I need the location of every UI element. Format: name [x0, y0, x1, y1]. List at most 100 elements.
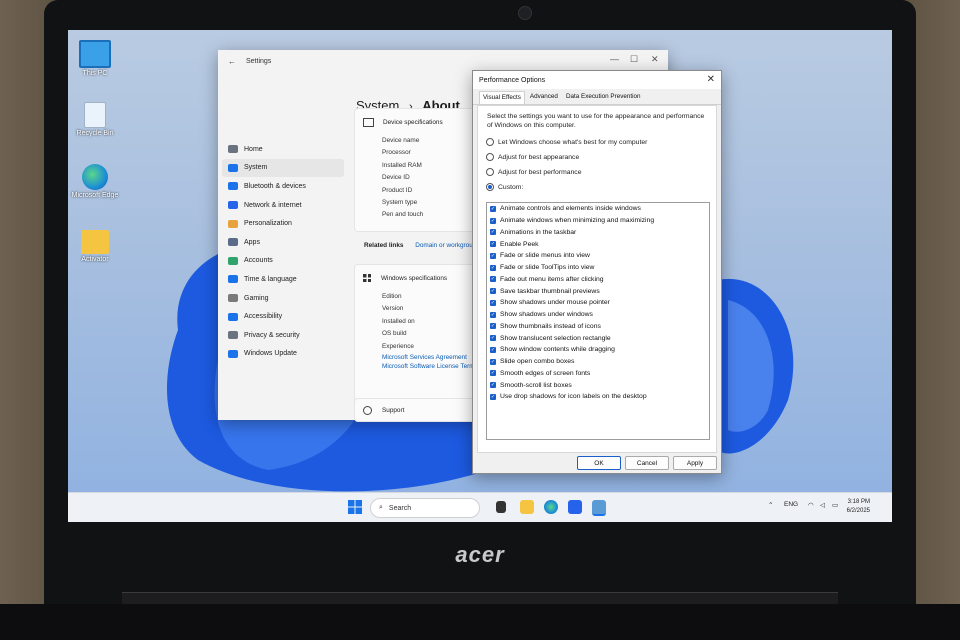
close-icon[interactable]: ✕ [651, 54, 659, 65]
checkbox-checked-icon[interactable]: ✓ [490, 311, 496, 318]
sidebar-item-gaming[interactable]: Gaming [222, 289, 344, 308]
wifi-icon[interactable]: ◠ [808, 501, 814, 509]
checkbox-checked-icon[interactable]: ✓ [490, 393, 496, 400]
radio-option[interactable]: Adjust for best appearance [486, 153, 579, 161]
apply-button[interactable]: Apply [673, 456, 717, 470]
checkbox-option[interactable]: ✓ Show translucent selection rectangle [487, 332, 709, 344]
photos-icon[interactable] [592, 500, 606, 516]
checkbox-checked-icon[interactable]: ✓ [490, 264, 496, 271]
checkbox-checked-icon[interactable]: ✓ [490, 217, 496, 224]
radio-option[interactable]: Let Windows choose what's best for my co… [486, 138, 647, 146]
sidebar-item-apps[interactable]: Apps [222, 233, 344, 252]
accounts-icon [228, 256, 238, 265]
sidebar-item-network-internet[interactable]: Network & internet [222, 196, 344, 215]
checkbox-checked-icon[interactable]: ✓ [490, 276, 496, 283]
checkbox-option[interactable]: ✓ Fade or slide ToolTips into view [487, 262, 709, 274]
bluetooth-icon [228, 182, 238, 191]
checkbox-checked-icon[interactable]: ✓ [490, 299, 496, 306]
tab-visual-effects[interactable]: Visual Effects [479, 91, 525, 104]
sidebar-item-time-language[interactable]: Time & language [222, 270, 344, 289]
sidebar-item-home[interactable]: Home [222, 140, 344, 159]
screen: This PC Recycle Bin Microsoft Edge Activ… [68, 30, 892, 522]
sidebar-item-windows-update[interactable]: Windows Update [222, 345, 344, 364]
checkbox-label: Show shadows under windows [500, 311, 593, 319]
sidebar-item-bluetooth-devices[interactable]: Bluetooth & devices [222, 177, 344, 196]
minimize-icon[interactable]: — [610, 54, 619, 64]
checkbox-option[interactable]: ✓ Use drop shadows for icon labels on the… [487, 391, 709, 403]
sidebar-item-personalization[interactable]: Personalization [222, 214, 344, 233]
radio-circle-icon[interactable] [486, 153, 494, 161]
sidebar-item-privacy-security[interactable]: Privacy & security [222, 326, 344, 345]
checkbox-option[interactable]: ✓ Show shadows under windows [487, 309, 709, 321]
checkbox-checked-icon[interactable]: ✓ [490, 382, 496, 389]
radio-option[interactable]: Adjust for best performance [486, 168, 582, 176]
checkbox-option[interactable]: ✓ Smooth edges of screen fonts [487, 368, 709, 380]
desktop-icon-edge[interactable]: Microsoft Edge [69, 164, 121, 199]
checkbox-checked-icon[interactable]: ✓ [490, 241, 496, 248]
checkbox-option[interactable]: ✓ Animations in the taskbar [487, 227, 709, 239]
start-icon[interactable] [348, 500, 362, 514]
checkbox-option[interactable]: ✓ Show window contents while dragging [487, 344, 709, 356]
brush-icon [228, 219, 238, 228]
desktop-icon-recycle-bin[interactable]: Recycle Bin [69, 102, 121, 137]
checkbox-checked-icon[interactable]: ✓ [490, 229, 496, 236]
sidebar-item-accounts[interactable]: Accounts [222, 252, 344, 271]
checkbox-checked-icon[interactable]: ✓ [490, 252, 496, 259]
battery-icon[interactable]: ▭ [832, 501, 838, 509]
desktop-icon-this-pc[interactable]: This PC [69, 40, 121, 77]
settings-title: Settings [246, 57, 272, 65]
brand-logo: acer [455, 542, 505, 567]
desktop-icon-label: Microsoft Edge [71, 192, 119, 199]
sidebar-item-label: Privacy & security [244, 331, 300, 339]
ok-button[interactable]: OK [577, 456, 621, 470]
volume-icon[interactable]: ◁ [820, 501, 825, 509]
checkbox-option[interactable]: ✓ Animate windows when minimizing and max… [487, 215, 709, 227]
checkbox-checked-icon[interactable]: ✓ [490, 370, 496, 377]
maximize-icon[interactable]: ☐ [630, 54, 638, 65]
checkbox-checked-icon[interactable]: ✓ [490, 288, 496, 295]
checkbox-checked-icon[interactable]: ✓ [490, 346, 496, 353]
checkbox-checked-icon[interactable]: ✓ [490, 335, 496, 342]
close-icon[interactable]: ✕ [707, 74, 715, 85]
sidebar-item-accessibility[interactable]: Accessibility [222, 307, 344, 326]
checkbox-option[interactable]: ✓ Smooth-scroll list boxes [487, 379, 709, 391]
checkbox-option[interactable]: ✓ Slide open combo boxes [487, 356, 709, 368]
checkbox-option[interactable]: ✓ Show shadows under mouse pointer [487, 297, 709, 309]
checkbox-label: Smooth edges of screen fonts [500, 369, 591, 377]
checkbox-option[interactable]: ✓ Fade or slide menus into view [487, 250, 709, 262]
tray-chevron-icon[interactable]: ⌃ [768, 501, 773, 509]
language-indicator[interactable]: ENG [784, 501, 798, 508]
checkbox-option[interactable]: ✓ Fade out menu items after clicking [487, 274, 709, 286]
windows-specs-title: Windows specifications [381, 274, 448, 282]
sidebar-item-system[interactable]: System [222, 158, 344, 178]
edge-icon[interactable] [544, 500, 558, 514]
tab-data-execution-prevention[interactable]: Data Execution Prevention [563, 91, 644, 104]
checkbox-option[interactable]: ✓ Enable Peek [487, 238, 709, 250]
file-explorer-icon[interactable] [520, 500, 534, 514]
radio-circle-icon[interactable] [486, 138, 494, 146]
taskbar: ⌕ Search ⌃ ENG ◠ ◁ ▭ 3:18 PM 6/2/2025 [68, 492, 892, 522]
radio-circle-icon[interactable] [486, 168, 494, 176]
radio-option[interactable]: Custom: [486, 183, 523, 191]
tab-advanced[interactable]: Advanced [527, 91, 561, 104]
folder-icon [81, 230, 109, 254]
search-placeholder: Search [388, 504, 412, 512]
checkbox-checked-icon[interactable]: ✓ [490, 323, 496, 330]
checkbox-option[interactable]: ✓ Save taskbar thumbnail previews [487, 285, 709, 297]
checkbox-checked-icon[interactable]: ✓ [490, 358, 496, 365]
store-icon[interactable] [568, 500, 582, 514]
cancel-button[interactable]: Cancel [625, 456, 669, 470]
task-view-icon[interactable] [496, 501, 506, 513]
radio-circle-icon[interactable] [486, 183, 494, 191]
taskbar-clock[interactable]: 3:18 PM 6/2/2025 [847, 498, 870, 516]
checkbox-option[interactable]: ✓ Animate controls and elements inside wi… [487, 203, 709, 215]
desktop-icon-activator[interactable]: Activator [69, 230, 121, 263]
checkbox-checked-icon[interactable]: ✓ [490, 205, 496, 212]
checkbox-option[interactable]: ✓ Show thumbnails instead of icons [487, 321, 709, 333]
taskbar-search[interactable]: ⌕ Search [370, 498, 480, 518]
visual-effects-list[interactable]: ✓ Animate controls and elements inside wi… [486, 202, 710, 440]
back-arrow-icon[interactable]: ← [228, 57, 236, 66]
link-domain-workgroup[interactable]: Domain or workgroup [415, 242, 476, 249]
system-icon [228, 163, 238, 172]
globe-icon [228, 275, 238, 284]
